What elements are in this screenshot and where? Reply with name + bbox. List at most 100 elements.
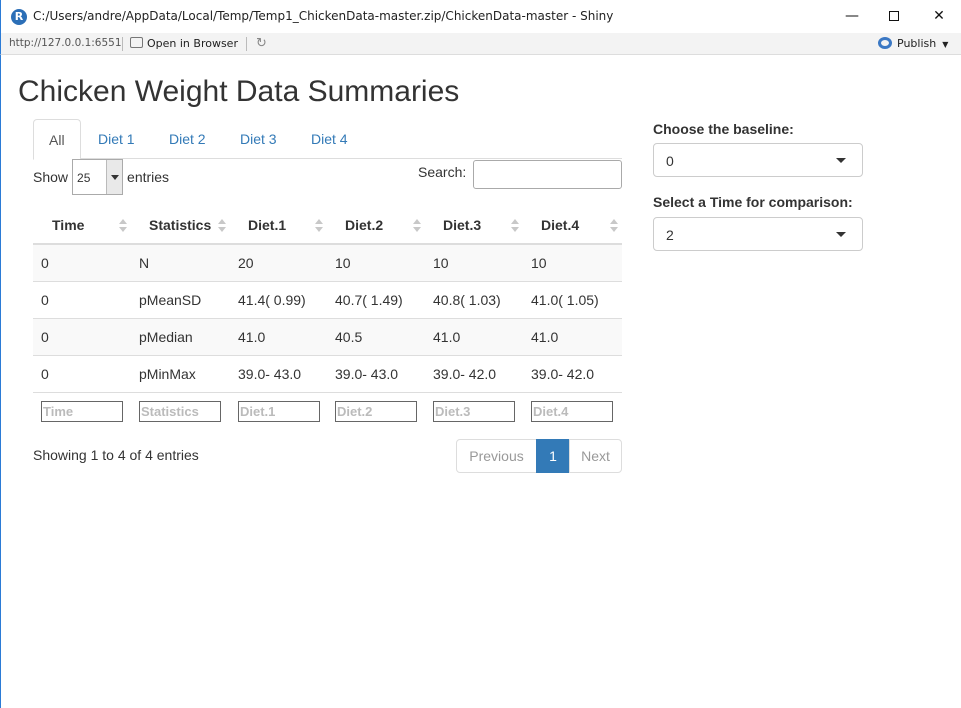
show-label: Show [33,169,69,185]
table-cell: N [131,244,230,282]
table-cell: 41.0 [230,318,327,356]
previous-page-button[interactable]: Previous [456,439,537,473]
maximize-icon [889,11,899,21]
window-titlebar: R C:/Users/andre/AppData/Local/Temp/Temp… [0,0,961,33]
filter-cell: Time [33,392,131,430]
table-cell: 0 [33,244,131,282]
table-cell: 41.4( 0.99) [230,281,327,319]
minimize-button[interactable]: — [829,0,875,33]
sort-icon [610,219,618,233]
table-info: Showing 1 to 4 of 4 entries [33,447,199,463]
filter-cell: Diet.2 [327,392,425,430]
table-cell: 10 [425,244,523,282]
column-header-statistics[interactable]: Statistics [131,206,230,245]
shiny-page: Chicken Weight Data Summaries All Diet 1… [0,55,961,708]
table-cell: pMinMax [131,355,230,393]
column-header-diet-3[interactable]: Diet.3 [425,206,523,245]
column-header-time[interactable]: Time [33,206,131,245]
tab-diet-2[interactable]: Diet 2 [154,119,221,160]
table-cell: 20 [230,244,327,282]
search-label: Search: [418,164,467,180]
table-cell: 10 [327,244,425,282]
tab-diet-1[interactable]: Diet 1 [83,119,150,160]
table-cell: 41.0( 1.05) [523,281,622,319]
table-header-row: Time Statistics Diet.1 Diet.2 Diet.3 Die… [33,206,622,245]
open-in-browser-button[interactable]: Open in Browser [130,35,238,53]
browser-window-icon [130,37,143,48]
column-header-diet-2[interactable]: Diet.2 [327,206,425,245]
table-cell: 10 [523,244,622,282]
table-cell: 0 [33,318,131,356]
sort-icon [511,219,519,233]
tab-diet-4[interactable]: Diet 4 [296,119,363,160]
filter-input-diet-1[interactable]: Diet.1 [238,400,320,422]
r-app-icon: R [11,9,27,25]
table-cell: 39.0- 42.0 [523,355,622,393]
filter-input-diet-3[interactable]: Diet.3 [433,400,515,422]
filter-cell: Diet.1 [230,392,327,430]
filter-cell: Statistics [131,392,230,430]
table-cell: 39.0- 42.0 [425,355,523,393]
search-input[interactable] [473,160,622,189]
sort-icon [119,219,127,233]
entries-select[interactable]: 25 [72,159,124,195]
publish-icon [878,37,892,49]
table-cell: pMedian [131,318,230,356]
entries-label: entries [127,169,170,185]
table-cell: 0 [33,355,131,393]
close-button[interactable]: ✕ [916,0,961,33]
filter-input-statistics[interactable]: Statistics [139,400,221,422]
sort-icon [218,219,226,233]
filter-row: Time Statistics Diet.1 Diet.2 Diet.3 Die… [33,392,622,430]
url-text: http://127.0.0.1:6551 [9,37,122,49]
table-cell: pMeanSD [131,281,230,319]
page-title: Chicken Weight Data Summaries [18,75,460,108]
sort-icon [315,219,323,233]
filter-input-diet-2[interactable]: Diet.2 [335,400,417,422]
table-cell: 39.0- 43.0 [230,355,327,393]
chevron-down-icon: ▼ [942,40,949,49]
table-cell: 40.7( 1.49) [327,281,425,319]
baseline-select-value: 0 [666,153,674,169]
chevron-down-icon [836,232,846,237]
table-cell: 40.8( 1.03) [425,281,523,319]
viewer-toolbar: http://127.0.0.1:6551 Open in Browser ↻ … [0,33,961,55]
summary-table: Time Statistics Diet.1 Diet.2 Diet.3 Die… [33,206,622,430]
chevron-down-icon [836,158,846,163]
table-row: 0 N 20 10 10 10 [33,244,622,282]
toolbar-divider [122,37,123,51]
table-cell: 0 [33,281,131,319]
tab-all[interactable]: All [33,119,81,160]
table-row: 0 pMinMax 39.0- 43.0 39.0- 43.0 39.0- 42… [33,355,622,393]
filter-cell: Diet.3 [425,392,523,430]
table-cell: 39.0- 43.0 [327,355,425,393]
window-title: C:/Users/andre/AppData/Local/Temp/Temp1_… [33,9,614,23]
publish-label: Publish [897,37,937,50]
filter-input-time[interactable]: Time [41,400,123,422]
baseline-select[interactable]: 0 [653,143,863,177]
table-row: 0 pMeanSD 41.4( 0.99) 40.7( 1.49) 40.8( … [33,281,622,319]
table-cell: 41.0 [425,318,523,356]
tab-diet-3[interactable]: Diet 3 [225,119,292,160]
page-1-button[interactable]: 1 [536,439,570,473]
refresh-icon[interactable]: ↻ [256,36,271,51]
baseline-label: Choose the baseline: [653,121,794,137]
filter-input-diet-4[interactable]: Diet.4 [531,400,613,422]
entries-select-value: 25 [77,171,91,185]
table-cell: 40.5 [327,318,425,356]
next-page-button[interactable]: Next [569,439,622,473]
publish-button[interactable]: Publish ▼ [878,36,948,53]
time-select-value: 2 [666,227,674,243]
entries-length-control: Show 25 entries [33,159,169,195]
column-header-diet-4[interactable]: Diet.4 [523,206,622,245]
sort-icon [413,219,421,233]
toolbar-divider [246,37,247,51]
table-cell: 41.0 [523,318,622,356]
time-comparison-label: Select a Time for comparison: [653,194,853,210]
maximize-button[interactable] [871,0,917,33]
chevron-down-icon [106,160,123,194]
column-header-diet-1[interactable]: Diet.1 [230,206,327,245]
time-comparison-select[interactable]: 2 [653,217,863,251]
filter-cell: Diet.4 [523,392,622,430]
tab-bar: All Diet 1 Diet 2 Diet 3 Diet 4 [33,119,622,160]
